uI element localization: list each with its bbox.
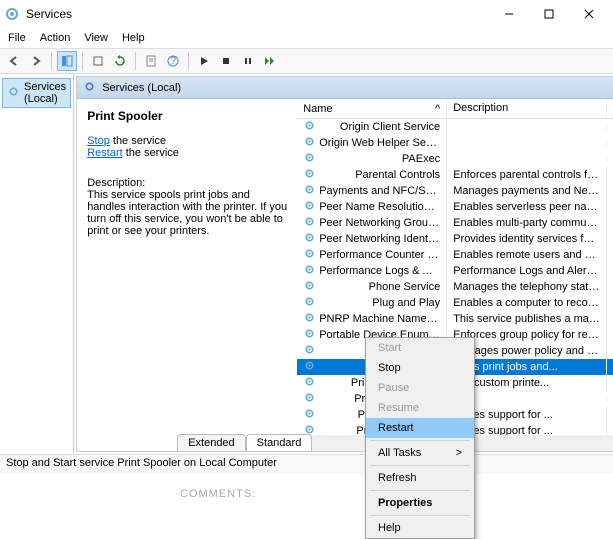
close-button[interactable] <box>569 0 609 28</box>
sort-asc-icon: ^ <box>435 103 440 115</box>
gear-icon <box>83 80 96 96</box>
ctx-help[interactable]: Help <box>366 518 474 538</box>
menubar: File Action View Help <box>0 28 613 48</box>
maximize-button[interactable] <box>529 0 569 28</box>
service-status <box>607 284 613 290</box>
ctx-restart[interactable]: Restart <box>366 418 474 438</box>
tab-extended[interactable]: Extended <box>177 434 245 451</box>
col-name[interactable]: Name^ <box>297 99 447 118</box>
show-hide-tree-button[interactable] <box>57 51 77 71</box>
col-description[interactable]: Description <box>447 99 607 118</box>
main-pane: Services (Local) Print Spooler Stop the … <box>76 76 613 452</box>
forward-button[interactable] <box>26 51 46 71</box>
ctx-pause: Pause <box>366 378 474 398</box>
description-text: This service spools print jobs and handl… <box>87 189 287 237</box>
service-desc <box>447 156 607 162</box>
comments-label: COMMENTS: <box>180 488 256 500</box>
status-bar: Stop and Start service Print Spooler on … <box>0 454 613 474</box>
restart-service-button[interactable] <box>260 51 280 71</box>
service-status: Running <box>607 182 613 200</box>
service-status <box>607 236 613 242</box>
status-text: Stop and Start service Print Spooler on … <box>6 457 277 469</box>
start-service-button[interactable] <box>194 51 214 71</box>
refresh-button[interactable] <box>110 51 130 71</box>
stop-service-button[interactable] <box>216 51 236 71</box>
export-button[interactable] <box>88 51 108 71</box>
tab-standard[interactable]: Standard <box>246 434 313 451</box>
service-status: Running <box>607 294 613 312</box>
pane-title: Services (Local) <box>102 82 181 94</box>
description-label: Description: <box>87 177 287 189</box>
service-status <box>607 380 613 386</box>
service-status: Running <box>607 134 613 152</box>
ctx-resume: Resume <box>366 398 474 418</box>
services-icon <box>4 6 20 22</box>
back-button[interactable] <box>4 51 24 71</box>
stop-link[interactable]: Stop <box>87 135 110 147</box>
service-desc <box>447 140 607 146</box>
service-status <box>607 156 613 162</box>
gear-icon <box>7 85 20 101</box>
view-tabs: Extended Standard <box>177 434 312 451</box>
service-status <box>607 252 613 258</box>
ctx-refresh[interactable]: Refresh <box>366 468 474 488</box>
ctx-all-tasks[interactable]: All Tasks> <box>366 443 474 463</box>
service-status <box>607 396 613 402</box>
service-status <box>607 172 613 178</box>
column-headers: Name^ Description Status <box>297 99 613 119</box>
pane-header: Services (Local) <box>77 77 613 99</box>
pause-service-button[interactable] <box>238 51 258 71</box>
tree-root-label: Services (Local) <box>24 81 66 105</box>
toolbar: ? <box>0 48 613 74</box>
ctx-properties[interactable]: Properties <box>366 493 474 513</box>
ctx-start: Start <box>366 338 474 358</box>
menu-help[interactable]: Help <box>122 32 145 44</box>
body: Services (Local) Services (Local) Print … <box>0 74 613 454</box>
service-desc <box>447 124 607 130</box>
col-status[interactable]: Status <box>607 99 613 118</box>
context-menu: Start Stop Pause Resume Restart All Task… <box>365 337 475 539</box>
service-status: Running <box>607 358 613 376</box>
service-status <box>607 220 613 226</box>
minimize-button[interactable] <box>489 0 529 28</box>
service-status <box>607 316 613 322</box>
titlebar: Services <box>0 0 613 28</box>
tree-pane: Services (Local) <box>0 74 74 454</box>
menu-action[interactable]: Action <box>40 32 71 44</box>
service-status <box>607 204 613 210</box>
service-status <box>607 124 613 130</box>
selected-service-title: Print Spooler <box>87 109 287 123</box>
menu-file[interactable]: File <box>8 32 26 44</box>
window-title: Services <box>26 7 489 21</box>
menu-view[interactable]: View <box>84 32 108 44</box>
service-status <box>607 332 613 338</box>
ctx-stop[interactable]: Stop <box>366 358 474 378</box>
restart-link[interactable]: Restart <box>87 147 122 159</box>
help-button[interactable]: ? <box>163 51 183 71</box>
submenu-arrow-icon: > <box>456 447 462 459</box>
service-status <box>607 268 613 274</box>
service-status <box>607 412 613 418</box>
tree-root[interactable]: Services (Local) <box>2 78 71 108</box>
properties-button[interactable] <box>141 51 161 71</box>
detail-pane: Print Spooler Stop the service Restart t… <box>77 99 297 451</box>
svg-text:?: ? <box>170 55 176 67</box>
